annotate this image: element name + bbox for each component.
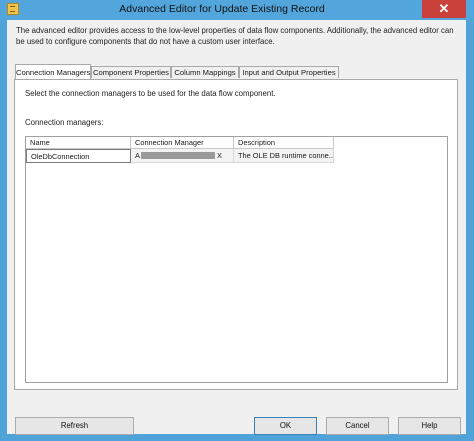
cancel-button[interactable]: Cancel [326,417,389,435]
app-icon [7,3,19,15]
tab-page-connection-managers: Select the connection managers to be use… [14,79,458,390]
connection-manager-suffix: X [217,151,222,160]
redacted-value [141,152,215,159]
cell-connection-manager[interactable]: A X [131,149,234,163]
connection-managers-grid[interactable]: Name Connection Manager Description OleD… [25,136,448,383]
column-header-name[interactable]: Name [26,137,131,149]
tab-input-output-properties[interactable]: Input and Output Properties [239,66,339,78]
column-header-description[interactable]: Description [234,137,334,149]
instruction-text: Select the connection managers to be use… [25,89,276,98]
tab-component-properties[interactable]: Component Properties [91,66,171,78]
ok-button[interactable]: OK [254,417,317,435]
tab-column-mappings[interactable]: Column Mappings [171,66,239,78]
help-button[interactable]: Help [398,417,461,435]
tab-connection-managers[interactable]: Connection Managers [15,64,91,79]
connection-managers-label: Connection managers: [25,118,104,127]
refresh-button[interactable]: Refresh [15,417,134,435]
column-header-connection-manager[interactable]: Connection Manager [131,137,234,149]
dialog-window: Advanced Editor for Update Existing Reco… [0,0,474,441]
title-bar[interactable]: Advanced Editor for Update Existing Reco… [0,0,474,20]
cell-name[interactable]: OleDbConnection [26,149,131,163]
window-title: Advanced Editor for Update Existing Reco… [119,3,325,15]
connection-manager-prefix: A [135,151,140,160]
cell-description: The OLE DB runtime conne... [234,149,334,163]
dialog-body: The advanced editor provides access to t… [7,20,466,435]
close-icon[interactable]: ✕ [422,0,466,18]
editor-description: The advanced editor provides access to t… [16,26,454,46]
